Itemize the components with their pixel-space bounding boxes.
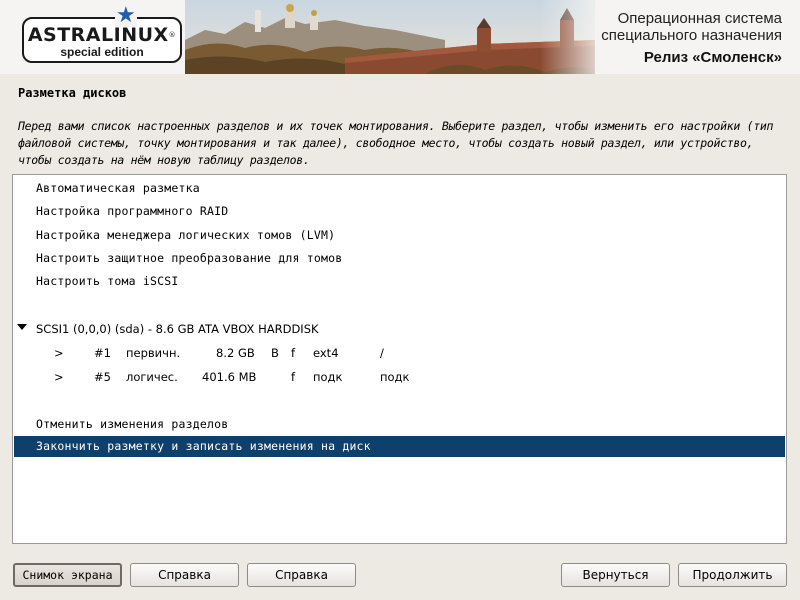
logo-name: ASTRALINUX — [27, 24, 169, 46]
release-name: Релиз «Смоленск» — [643, 49, 782, 66]
list-item-iscsi[interactable]: Настроить тома iSCSI — [14, 271, 785, 292]
partition-number: #5 — [94, 370, 111, 384]
partition-list[interactable]: Автоматическая разметка Настройка програ… — [12, 174, 787, 544]
registered-mark: ® — [168, 31, 177, 39]
expand-triangle-icon[interactable] — [17, 324, 27, 330]
chevron-right-icon: > — [54, 370, 64, 384]
header-text: Операционная система специального назнач… — [601, 10, 782, 69]
partition-format-flag: f — [291, 370, 296, 384]
help-button-secondary[interactable]: Справка — [247, 563, 356, 587]
list-item-finish-partitioning[interactable]: Закончить разметку и записать изменения … — [14, 436, 785, 457]
partition-filesystem: ext4 — [313, 346, 339, 360]
list-item-lvm[interactable]: Настройка менеджера логических томов (LV… — [14, 225, 785, 246]
list-item-label: Закончить разметку и записать изменения … — [36, 439, 371, 453]
back-button[interactable]: Вернуться — [561, 563, 670, 587]
list-item-undo-changes[interactable]: Отменить изменения разделов — [14, 414, 785, 435]
partition-size: 401.6 MB — [202, 370, 257, 384]
partition-type: логичес. — [126, 370, 178, 384]
chevron-right-icon: > — [54, 346, 64, 360]
partition-filesystem: подк — [313, 370, 343, 384]
instructions-text: Перед вами список настроенных разделов и… — [18, 119, 774, 167]
list-item-partition-5[interactable]: > #5 логичес. 401.6 MB f подк подк — [14, 367, 785, 388]
list-item-encrypted-volumes[interactable]: Настроить защитное преобразование для то… — [14, 248, 785, 269]
continue-button[interactable]: Продолжить — [678, 563, 787, 587]
list-item-partition-1[interactable]: > #1 первичн. 8.2 GB B f ext4 / — [14, 343, 785, 364]
help-button[interactable]: Справка — [130, 563, 239, 587]
page-title: Разметка дисков — [18, 86, 127, 100]
list-item-label: Отменить изменения разделов — [36, 417, 229, 431]
astralinux-logo: ★ ASTRALINUX® special edition — [22, 5, 182, 63]
partition-size: 8.2 GB — [216, 346, 255, 360]
list-item-label: Настройка менеджера логических томов (LV… — [36, 228, 336, 242]
list-item-software-raid[interactable]: Настройка программного RAID — [14, 201, 785, 222]
partition-mountpoint: подк — [380, 370, 410, 384]
logo-edition: special edition — [60, 45, 144, 59]
header-banner: ★ ASTRALINUX® special edition Операционн… — [0, 0, 800, 74]
list-item-label: Настроить тома iSCSI — [36, 274, 179, 288]
list-item-auto-partitioning[interactable]: Автоматическая разметка — [14, 178, 785, 199]
os-subtitle-line2: специального назначения — [601, 27, 782, 44]
partition-mountpoint: / — [380, 346, 384, 360]
partition-number: #1 — [94, 346, 111, 360]
list-item-label: Настроить защитное преобразование для то… — [36, 251, 343, 265]
header-photo — [185, 0, 595, 74]
partition-bootable: B — [271, 346, 279, 360]
screenshot-button[interactable]: Снимок экрана — [13, 563, 122, 587]
partition-format-flag: f — [291, 346, 296, 360]
list-item-label: Настройка программного RAID — [36, 204, 229, 218]
partition-type: первичн. — [126, 346, 181, 360]
disk-label: SCSI1 (0,0,0) (sda) - 8.6 GB ATA VBOX HA… — [36, 322, 319, 336]
list-item-disk-sda[interactable]: SCSI1 (0,0,0) (sda) - 8.6 GB ATA VBOX HA… — [14, 319, 785, 340]
list-item-label: Автоматическая разметка — [36, 181, 200, 195]
os-subtitle-line1: Операционная система — [617, 10, 782, 27]
